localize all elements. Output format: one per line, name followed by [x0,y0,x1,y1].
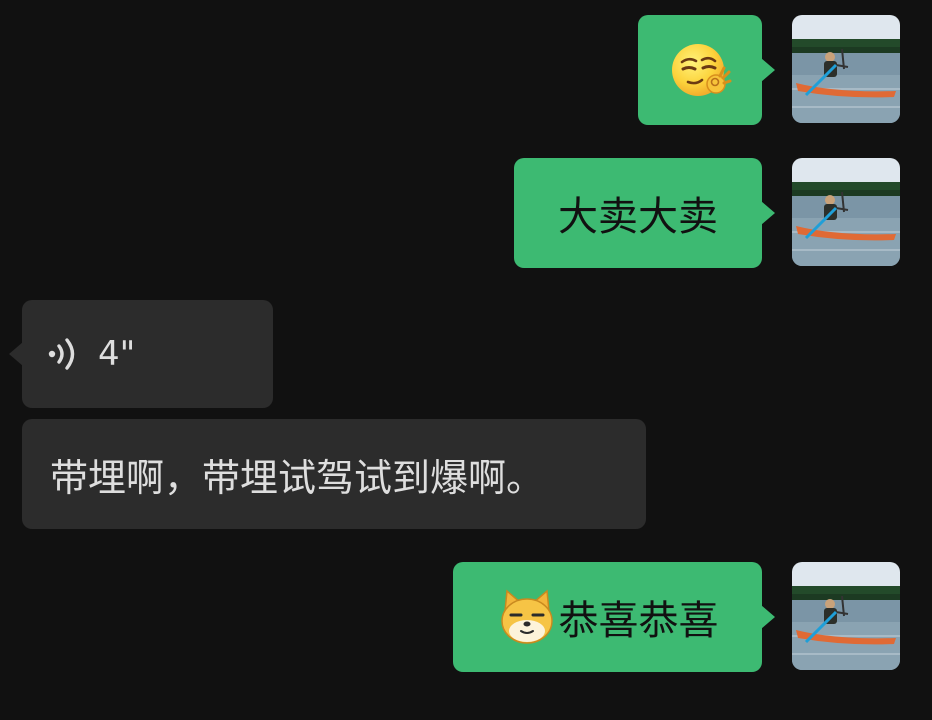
voice-wave-icon [48,338,75,370]
user-avatar[interactable] [792,158,900,266]
message-text: 带埋啊，带埋试驾试到爆啊。 [50,455,545,500]
voice-duration: 4" [98,334,136,374]
kayak-photo-icon [792,158,900,266]
smirk-ok-emoji-icon [672,44,732,96]
outgoing-bubble[interactable]: 大卖大卖 [514,158,775,268]
user-avatar[interactable] [792,15,900,123]
kayak-photo-icon [792,562,900,670]
kayak-photo-icon [792,15,900,123]
voice-message-bubble[interactable]: 4" [9,300,273,408]
user-avatar[interactable] [792,562,900,670]
message-text: 大卖大卖 [558,194,718,240]
outgoing-bubble[interactable] [638,15,775,125]
outgoing-bubble[interactable]: 恭喜恭喜 [453,562,775,672]
message-text: 恭喜恭喜 [558,598,719,644]
incoming-bubble[interactable]: 带埋啊，带埋试驾试到爆啊。 [22,419,646,529]
doge-face-sticker-icon [500,589,553,644]
